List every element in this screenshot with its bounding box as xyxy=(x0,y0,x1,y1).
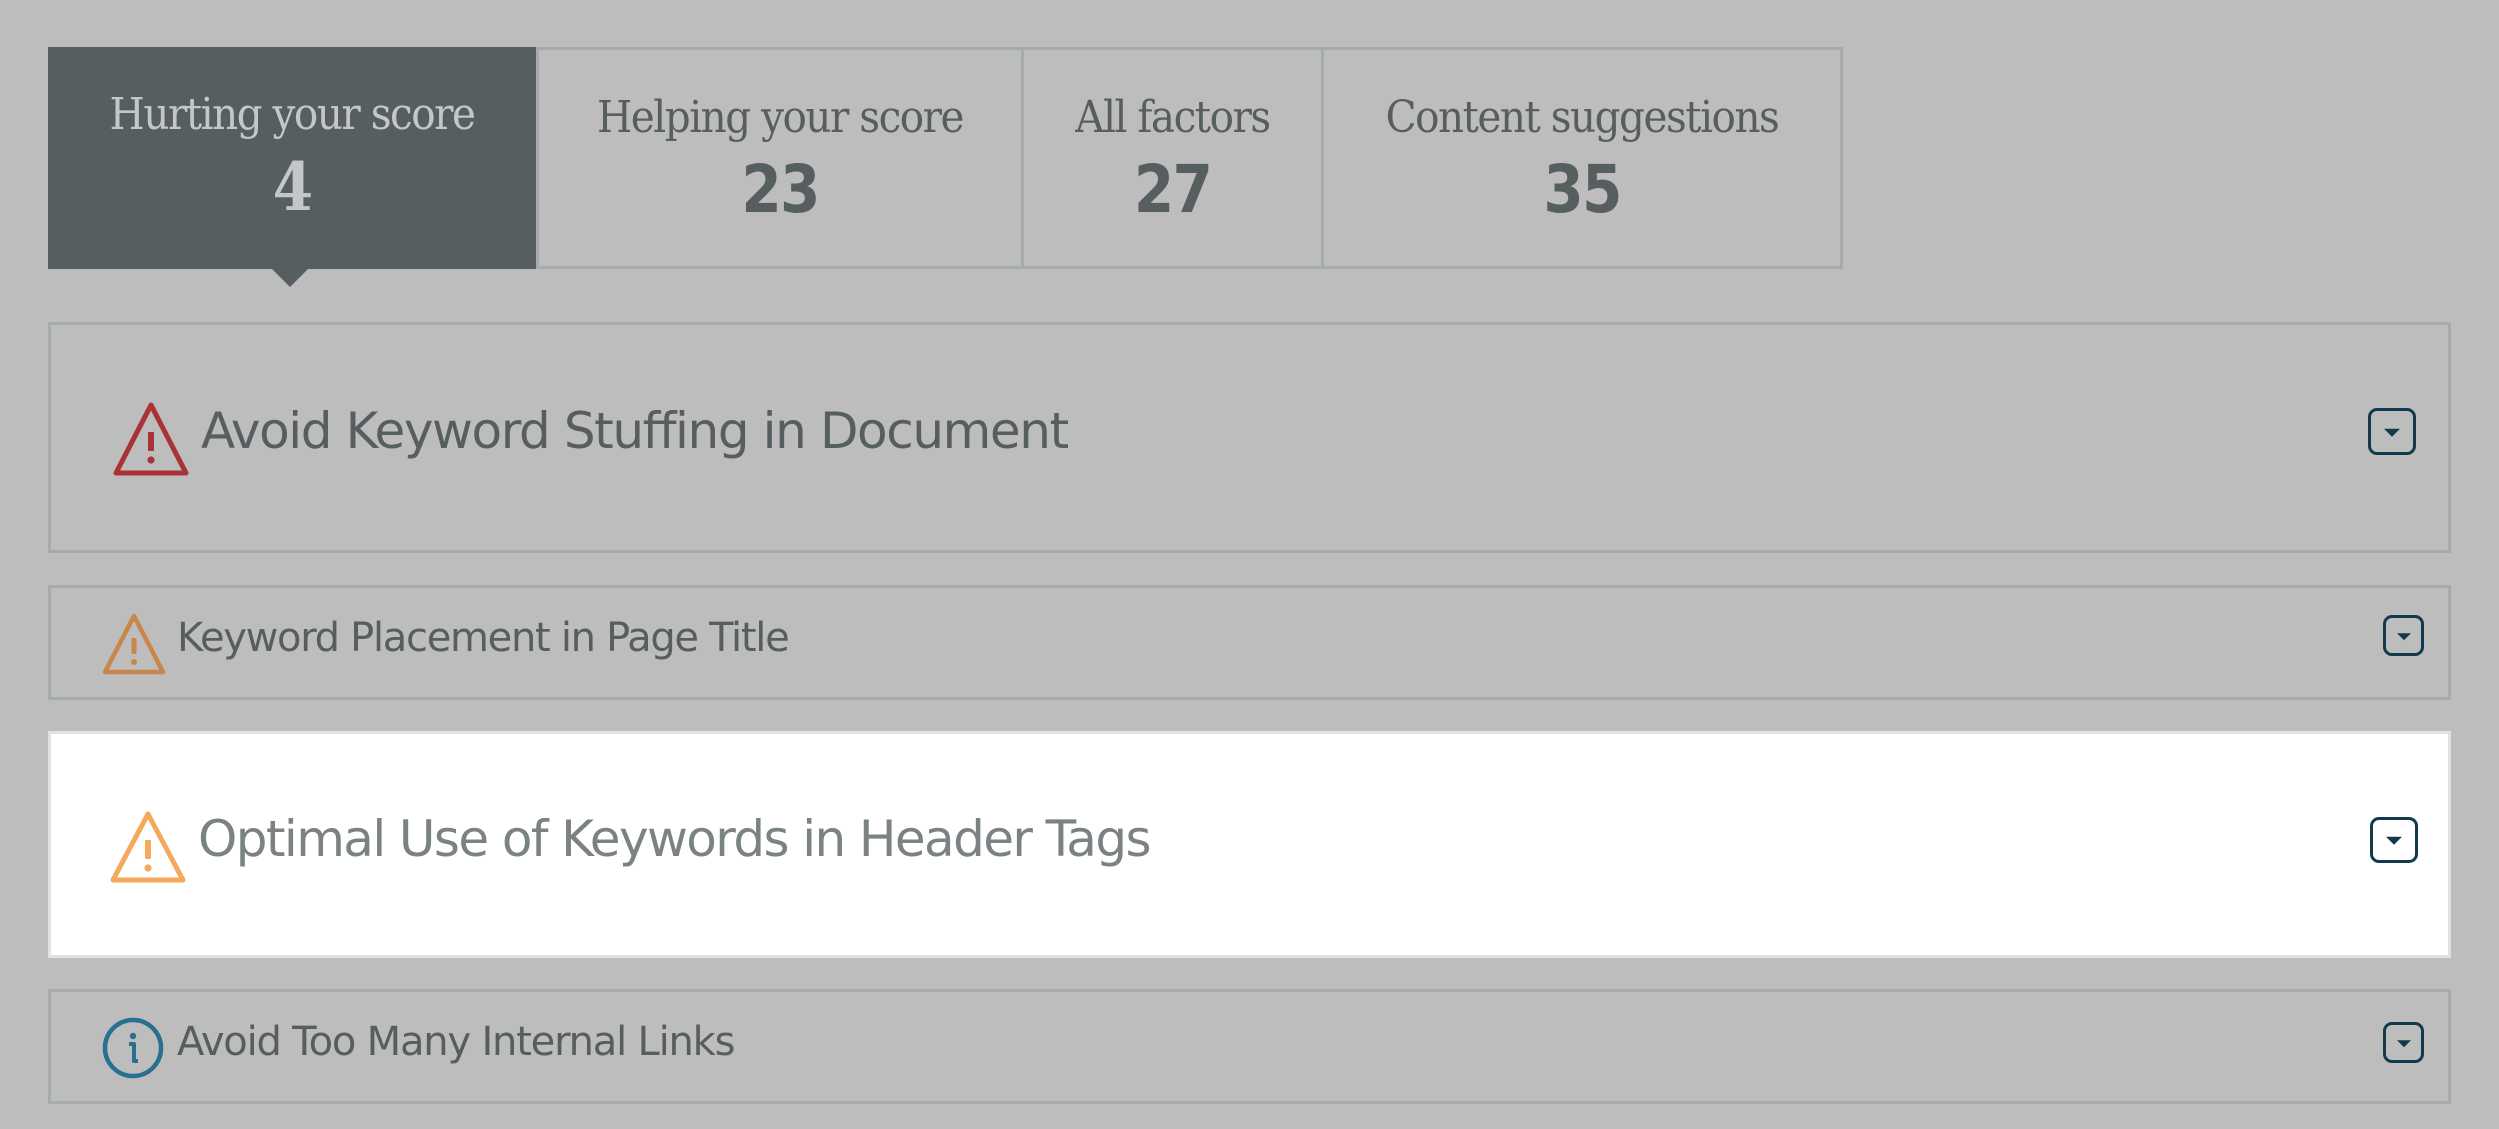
factor-title: Avoid Keyword Stuffing in Document xyxy=(201,402,1069,460)
tab-label: Helping your score xyxy=(596,92,965,143)
expand-toggle-button[interactable] xyxy=(2368,408,2416,455)
factor-card-header-tags[interactable]: Optimal Use of Keywords in Header Tags xyxy=(48,731,2451,958)
expand-toggle-button[interactable] xyxy=(2370,817,2418,863)
warning-triangle-icon xyxy=(102,613,166,675)
caret-down-icon xyxy=(2396,632,2411,640)
tab-label: Hurting your score xyxy=(109,89,476,140)
tab-label: All factors xyxy=(1075,92,1271,143)
tab-all-factors[interactable]: All factors 27 xyxy=(1021,50,1321,266)
tab-count: 27 xyxy=(1133,151,1213,228)
tab-count: 23 xyxy=(741,151,820,228)
factor-card-keyword-placement-title[interactable]: Keyword Placement in Page Title xyxy=(48,585,2451,700)
score-tabs: Hurting your score 4 Helping your score … xyxy=(48,47,1843,287)
warning-triangle-icon xyxy=(110,811,186,883)
factor-title: Keyword Placement in Page Title xyxy=(177,615,790,661)
tab-label: Content suggestions xyxy=(1385,92,1780,143)
expand-toggle-button[interactable] xyxy=(2383,1022,2424,1063)
tab-count: 4 xyxy=(272,148,313,226)
caret-down-icon xyxy=(2386,836,2402,845)
tab-content-suggestions[interactable]: Content suggestions 35 xyxy=(1321,50,1840,266)
factor-title: Avoid Too Many Internal Links xyxy=(177,1019,735,1065)
factor-title: Optimal Use of Keywords in Header Tags xyxy=(198,810,1152,868)
caret-down-icon xyxy=(2396,1039,2411,1047)
tab-helping-your-score[interactable]: Helping your score 23 xyxy=(536,50,1021,266)
tab-count: 35 xyxy=(1543,151,1622,228)
info-circle-icon xyxy=(102,1017,164,1079)
active-tab-pointer xyxy=(272,269,308,287)
factor-card-internal-links[interactable]: Avoid Too Many Internal Links xyxy=(48,989,2451,1104)
warning-triangle-icon xyxy=(113,402,189,476)
tab-hurting-your-score[interactable]: Hurting your score 4 xyxy=(48,47,536,287)
caret-down-icon xyxy=(2384,428,2400,437)
factor-card-keyword-stuffing[interactable]: Avoid Keyword Stuffing in Document xyxy=(48,322,2451,553)
expand-toggle-button[interactable] xyxy=(2383,615,2424,656)
